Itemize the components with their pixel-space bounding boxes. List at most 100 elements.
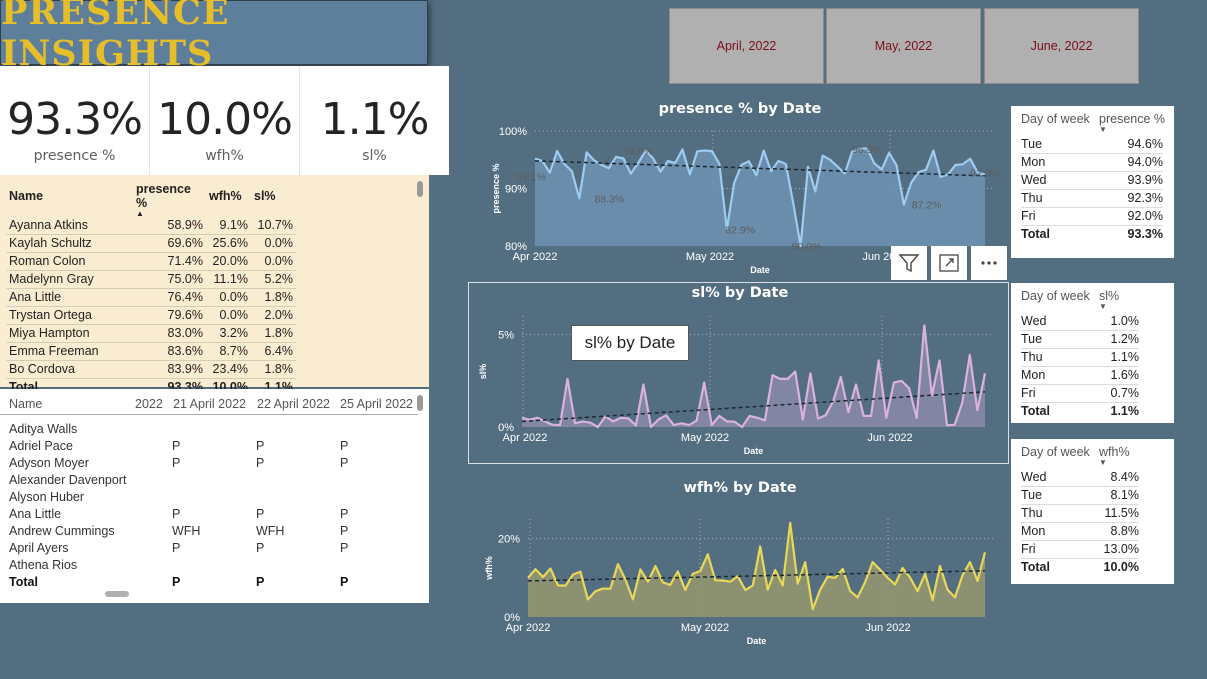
table-row[interactable]: Tue 8.1% (1021, 487, 1139, 505)
table-row[interactable]: Mon 94.0% (1021, 154, 1163, 172)
column-header-wfh[interactable]: wfh% (206, 181, 251, 216)
matrix-vertical-scrollbar[interactable] (417, 395, 423, 411)
metric-cell: 76.4% (133, 288, 206, 307)
metric-value: 1.6% (1110, 368, 1140, 382)
table-row[interactable]: Madelynn Gray 75.0% 11.1% 5.2% (6, 270, 296, 289)
focus-mode-button[interactable] (931, 246, 967, 280)
column-header-date-3[interactable]: 25 April 2022 (340, 397, 413, 411)
more-options-button[interactable] (971, 246, 1007, 280)
column-header-day[interactable]: Day of week (1021, 112, 1090, 126)
table-row[interactable]: Tue 1.2% (1021, 331, 1139, 349)
matrix-row[interactable]: Alexander Davenport (0, 472, 420, 489)
matrix-row[interactable]: Athena Rios (0, 557, 420, 574)
table-row[interactable]: Bo Cordova 83.9% 23.4% 1.8% (6, 360, 296, 379)
table-row[interactable]: Emma Freeman 83.6% 8.7% 6.4% (6, 342, 296, 361)
matrix-row[interactable]: Adyson Moyer P P P (0, 455, 420, 472)
column-header-metric[interactable]: sl% (1099, 289, 1119, 303)
day-of-week-wfh-table[interactable]: Day of week wfh% ▼ Wed 8.4% Tue 8.1% Thu 11.5% Mo… (1011, 439, 1174, 584)
table-row[interactable]: Ana Little 76.4% 0.0% 1.8% (6, 288, 296, 307)
table-total-row: Total 10.0% (1021, 559, 1139, 577)
column-header-day[interactable]: Day of week (1021, 445, 1090, 459)
day-of-week: Fri (1021, 386, 1036, 400)
day-of-week: Thu (1021, 506, 1043, 520)
metric-value: 0.7% (1110, 386, 1140, 400)
sort-ascending-icon: ▲ (136, 209, 144, 218)
attendance-status: P (172, 439, 181, 453)
day-of-week: Mon (1021, 368, 1046, 382)
metric-value: 10.0% (1103, 560, 1139, 574)
matrix-row[interactable]: Ana Little P P P (0, 506, 420, 523)
report-title-banner: PRESENCE INSIGHTS (0, 0, 428, 74)
matrix-row[interactable]: Alyson Huber (0, 489, 420, 506)
matrix-horizontal-scrollbar[interactable] (105, 591, 129, 597)
table-row[interactable]: Wed 1.0% (1021, 313, 1139, 331)
matrix-row[interactable]: Andrew Cummings WFH WFH P (0, 523, 420, 540)
table-row[interactable]: Roman Colon 71.4% 20.0% 0.0% (6, 252, 296, 271)
data-label: 92.1% (516, 171, 546, 183)
metric-value: 13.0% (1103, 542, 1139, 556)
table-row[interactable]: Fri 13.0% (1021, 541, 1139, 559)
day-of-week: Wed (1021, 173, 1047, 187)
day-of-week: Total (1021, 404, 1050, 418)
metric-value: 93.3% (1127, 227, 1163, 241)
x-tick-label: May 2022 (681, 432, 729, 444)
matrix-row[interactable]: Adriel Pace P P P (0, 438, 420, 455)
focus-mode-icon (939, 254, 959, 272)
metric-value: 92.0% (1127, 209, 1163, 223)
table-row[interactable]: Ayanna Atkins 58.9% 9.1% 10.7% (6, 216, 296, 235)
day-of-week: Tue (1021, 137, 1043, 151)
table-row[interactable]: Trystan Ortega 79.6% 0.0% 2.0% (6, 306, 296, 325)
x-axis-label: Date (747, 636, 767, 646)
table-row[interactable]: Mon 1.6% (1021, 367, 1139, 385)
table-row[interactable]: Wed 8.4% (1021, 469, 1139, 487)
attendance-status: P (172, 507, 181, 521)
employee-name: Adyson Moyer (9, 456, 89, 470)
attendance-status: P (172, 456, 181, 470)
matrix-row[interactable]: Aditya Walls (0, 421, 420, 438)
column-header-date-1[interactable]: 21 April 2022 (173, 397, 246, 411)
employee-name: Miya Hampton (6, 324, 133, 343)
month-button-april[interactable]: April, 2022 (669, 8, 824, 84)
month-button-may[interactable]: May, 2022 (826, 8, 981, 84)
employee-summary-table[interactable]: Name presence % ▲ wfh% sl% Ayanna Atkins 5… (0, 175, 429, 396)
wfh-chart[interactable]: wfh% by Date 20% 0% Apr 2022 May 2022 Jun 20… (470, 477, 1010, 657)
metric-cell: 1.8% (251, 288, 296, 307)
filter-button[interactable] (891, 246, 927, 280)
column-header-date-2[interactable]: 22 April 2022 (257, 397, 330, 411)
day-of-week-sl-table[interactable]: Day of week sl% ▼ Wed 1.0% Tue 1.2% Thu 1.1% Mon 1… (1011, 283, 1174, 423)
table-row[interactable]: Thu 11.5% (1021, 505, 1139, 523)
table-row[interactable]: Tue 94.6% (1021, 136, 1163, 154)
metric-cell: 0.0% (251, 252, 296, 271)
column-header-name[interactable]: Name (6, 181, 133, 216)
month-button-june[interactable]: June, 2022 (984, 8, 1139, 84)
column-header-day[interactable]: Day of week (1021, 289, 1090, 303)
column-header-presence[interactable]: presence % ▲ (133, 181, 206, 218)
attendance-status: P (340, 541, 349, 555)
attendance-status: P (256, 439, 265, 453)
column-header-name[interactable]: Name (9, 397, 42, 411)
column-header-sl[interactable]: sl% (251, 181, 296, 216)
attendance-matrix[interactable]: Name 2022 21 April 2022 22 April 2022 25… (0, 389, 429, 603)
table-row[interactable]: Fri 92.0% (1021, 208, 1163, 226)
column-header-metric[interactable]: presence % (1099, 112, 1165, 126)
metric-cell: 83.0% (133, 324, 206, 343)
table-scrollbar[interactable] (417, 181, 423, 197)
attendance-status: P (256, 575, 265, 589)
table-row[interactable]: Mon 8.8% (1021, 523, 1139, 541)
table-row[interactable]: Kaylah Schultz 69.6% 25.6% 0.0% (6, 234, 296, 253)
matrix-row[interactable]: April Ayers P P P (0, 540, 420, 557)
day-of-week: Total (1021, 227, 1050, 241)
table-row[interactable]: Wed 93.9% (1021, 172, 1163, 190)
x-tick-label: Apr 2022 (503, 432, 548, 444)
metric-value: 1.0% (1110, 314, 1140, 328)
table-row[interactable]: Miya Hampton 83.0% 3.2% 1.8% (6, 324, 296, 343)
kpi-row: 93.3% presence % 10.0% wfh% 1.1% sl% (0, 66, 449, 175)
table-row[interactable]: Thu 1.1% (1021, 349, 1139, 367)
table-row[interactable]: Fri 0.7% (1021, 385, 1139, 403)
day-of-week-presence-table[interactable]: Day of week presence % ▼ Tue 94.6% Mon 94.0% We… (1011, 106, 1174, 258)
sl-chart[interactable]: sl% by Date 5% 0% Apr 2022 May 2022 Jun 2022… (470, 282, 1010, 464)
table-row[interactable]: Thu 92.3% (1021, 190, 1163, 208)
column-header-year[interactable]: 2022 (135, 397, 163, 411)
column-header-metric[interactable]: wfh% (1099, 445, 1130, 459)
day-of-week: Tue (1021, 488, 1043, 502)
